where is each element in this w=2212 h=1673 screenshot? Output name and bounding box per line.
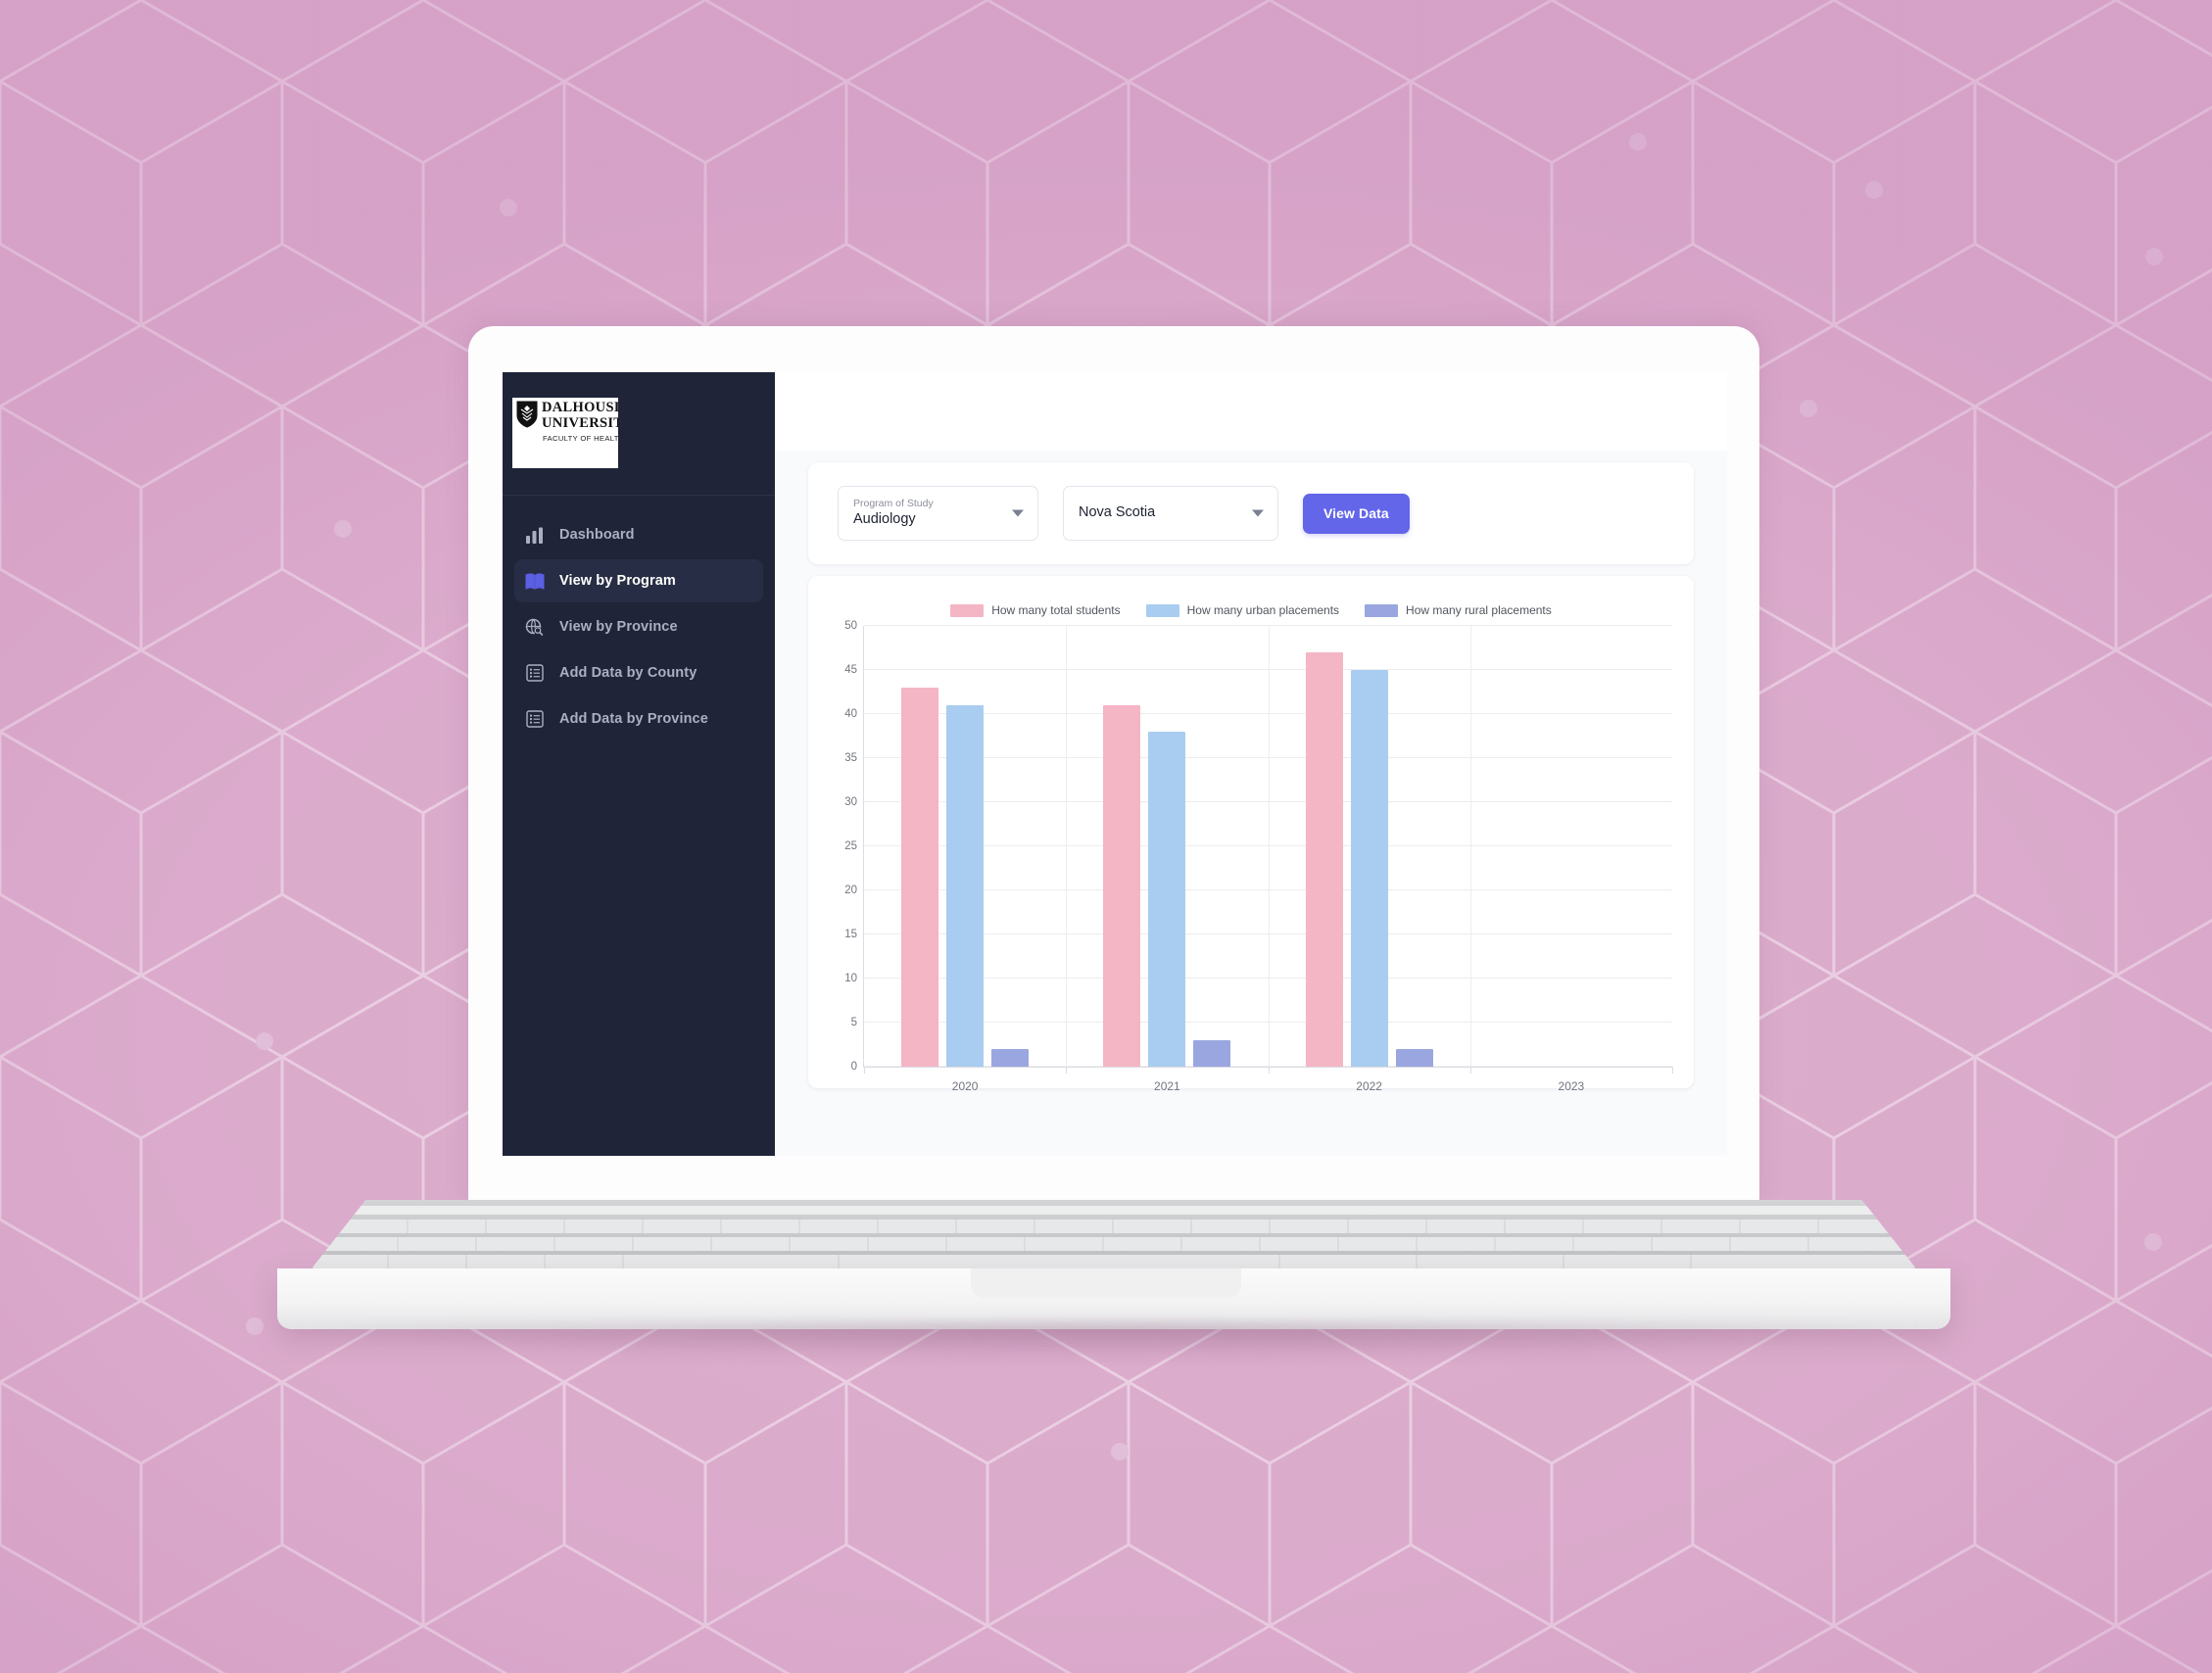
legend-label: How many rural placements	[1406, 603, 1552, 617]
sidebar-nav: Dashboard View by Program View by Provin…	[503, 496, 775, 741]
program-select-value: Audiology	[853, 511, 916, 528]
logo-line-1: DALHOUSIE	[542, 400, 618, 415]
sidebar-item-label: View by Province	[559, 619, 678, 635]
bar-group: 2020	[864, 626, 1066, 1093]
bar-group: 2023	[1470, 626, 1672, 1093]
legend-swatch	[950, 603, 985, 617]
open-book-icon	[524, 571, 545, 592]
province-select[interactable]: Nova Scotia	[1063, 486, 1278, 541]
logo-line-2: UNIVERSITY	[542, 414, 618, 431]
bar-group: 2021	[1066, 626, 1268, 1093]
legend-swatch	[1365, 603, 1399, 617]
x-axis-tick-label: 2023	[1558, 1079, 1585, 1093]
list-table-icon	[524, 709, 545, 730]
bar-group: 2022	[1269, 626, 1470, 1093]
chart-bar[interactable]	[1148, 732, 1186, 1067]
laptop-notch	[971, 1268, 1241, 1298]
y-axis-tick-label: 5	[850, 1017, 857, 1028]
chart-bar[interactable]	[1193, 1040, 1231, 1067]
chevron-down-icon	[1252, 509, 1264, 517]
y-axis-tick-label: 40	[844, 708, 857, 720]
chevron-down-icon	[1012, 509, 1024, 517]
sidebar-item-view-by-program[interactable]: View by Program	[514, 559, 763, 602]
laptop-mockup: DALHOUSIE UNIVERSITY FACULTY OF HEALTH	[0, 0, 2212, 1673]
y-axis-tick-label: 10	[844, 973, 857, 984]
sidebar-item-add-data-by-county[interactable]: Add Data by County	[514, 651, 763, 694]
y-axis-tick-label: 45	[844, 664, 857, 676]
chart-bar[interactable]	[946, 705, 985, 1067]
bar-chart: 0 5 10 15 20 25 30 35 40 45 50 2020 2021 2022 2023	[830, 620, 1673, 1093]
controls-card: Program of Study Audiology Nova Scotia V…	[808, 462, 1694, 564]
legend-swatch	[1145, 603, 1179, 617]
sidebar: DALHOUSIE UNIVERSITY FACULTY OF HEALTH	[503, 372, 775, 1156]
x-axis-tick	[1469, 1067, 1471, 1074]
y-axis-tick-label: 15	[844, 929, 857, 940]
chart-bar[interactable]	[1103, 705, 1141, 1067]
y-axis-tick-label: 50	[844, 620, 857, 632]
chart-plot-area: 0 5 10 15 20 25 30 35 40 45 50 2020 2021 2022 2023	[844, 620, 1673, 1093]
sidebar-item-add-data-by-province[interactable]: Add Data by Province	[514, 697, 763, 741]
y-axis-tick-label: 35	[844, 752, 857, 764]
list-table-icon	[524, 663, 545, 684]
laptop-shadow	[294, 1322, 1920, 1362]
y-axis-tick-label: 0	[850, 1061, 857, 1073]
logo-line-3: FACULTY OF HEALTH	[543, 434, 618, 443]
top-bar	[775, 372, 1727, 451]
x-axis-tick	[864, 1067, 865, 1074]
chart-legend: How many total students How many urban pl…	[830, 603, 1672, 617]
application-window: DALHOUSIE UNIVERSITY FACULTY OF HEALTH	[503, 372, 1727, 1156]
bar-groups: 2020 2021 2022 2023	[864, 626, 1672, 1093]
chart-bar[interactable]	[1350, 670, 1388, 1067]
x-axis-tick	[1268, 1067, 1270, 1074]
x-axis-tick-label: 2022	[1356, 1079, 1382, 1093]
logo-container: DALHOUSIE UNIVERSITY FACULTY OF HEALTH	[503, 372, 775, 468]
legend-label: How many urban placements	[1186, 603, 1340, 617]
legend-item[interactable]: How many total students	[950, 603, 1121, 617]
main-content: Program of Study Audiology Nova Scotia V…	[775, 372, 1727, 1156]
x-axis-tick-label: 2021	[1154, 1079, 1180, 1093]
chart-bar[interactable]	[901, 688, 939, 1067]
sidebar-item-label: Add Data by County	[559, 665, 697, 681]
legend-item[interactable]: How many urban placements	[1145, 603, 1340, 617]
globe-search-icon	[524, 617, 545, 638]
chart-bar[interactable]	[991, 1049, 1030, 1067]
legend-label: How many total students	[991, 603, 1121, 617]
y-axis-tick-label: 30	[844, 796, 857, 808]
y-axis-tick-label: 25	[844, 840, 857, 852]
legend-item[interactable]: How many rural placements	[1365, 603, 1552, 617]
x-axis-tick	[1672, 1067, 1673, 1074]
program-of-study-select[interactable]: Program of Study Audiology	[838, 486, 1038, 541]
program-select-label: Program of Study	[853, 497, 934, 509]
bar-chart-icon	[524, 525, 545, 546]
province-select-value: Nova Scotia	[1079, 504, 1156, 521]
dalhousie-logo: DALHOUSIE UNIVERSITY FACULTY OF HEALTH	[512, 398, 618, 468]
sidebar-item-view-by-province[interactable]: View by Province	[514, 605, 763, 648]
chart-bar[interactable]	[1395, 1049, 1433, 1067]
sidebar-item-label: View by Program	[559, 573, 676, 589]
x-axis-tick-label: 2020	[951, 1079, 979, 1093]
y-axis-tick-label: 20	[844, 884, 857, 896]
dalhousie-crest-icon	[516, 401, 538, 428]
sidebar-item-label: Add Data by Province	[559, 711, 708, 727]
sidebar-item-label: Dashboard	[559, 527, 635, 543]
chart-card: How many total students How many urban pl…	[808, 576, 1694, 1093]
chart-bar[interactable]	[1305, 652, 1343, 1067]
sidebar-item-dashboard[interactable]: Dashboard	[514, 513, 763, 556]
view-data-button[interactable]: View Data	[1303, 493, 1410, 534]
x-axis-tick	[1066, 1067, 1068, 1074]
